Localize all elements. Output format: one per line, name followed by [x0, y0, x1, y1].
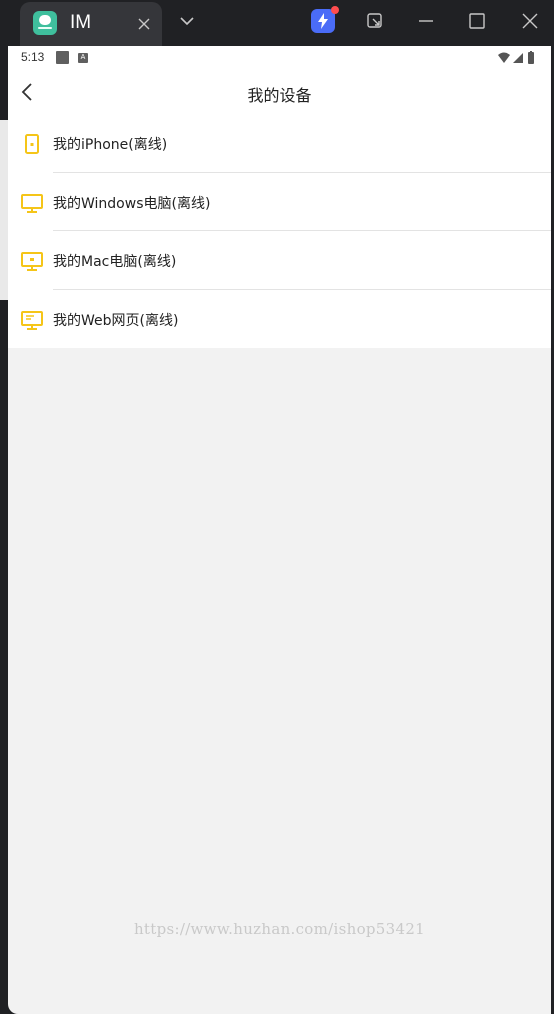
phone-icon	[25, 134, 39, 154]
app-viewport: 5:13 A 我的设备 我的iPhone(离线) 我的Windows电脑(离线)…	[8, 46, 551, 1014]
wifi-icon	[498, 52, 510, 63]
device-list: 我的iPhone(离线) 我的Windows电脑(离线) 我的Mac电脑(离线)	[8, 114, 551, 348]
nav-bar: 我的设备	[8, 70, 551, 114]
device-label: 我的Windows电脑(离线)	[53, 195, 211, 212]
desktop-icon	[21, 193, 43, 213]
device-item-web[interactable]: 我的Web网页(离线)	[8, 290, 551, 349]
title-bar: IM	[0, 0, 554, 46]
device-item-iphone[interactable]: 我的iPhone(离线)	[8, 114, 551, 173]
device-label: 我的iPhone(离线)	[53, 137, 168, 153]
web-icon	[21, 310, 43, 330]
device-label: 我的Mac电脑(离线)	[53, 254, 177, 270]
close-tab-icon[interactable]	[134, 14, 154, 34]
device-item-windows[interactable]: 我的Windows电脑(离线)	[8, 173, 551, 231]
minimize-icon[interactable]	[415, 10, 437, 32]
maximize-icon[interactable]	[466, 10, 488, 32]
tab-im[interactable]: IM	[20, 2, 162, 46]
cell-signal-icon	[513, 53, 523, 63]
mac-icon	[21, 252, 43, 271]
notification-badge	[331, 6, 339, 14]
app-logo-icon	[33, 11, 57, 35]
device-item-mac[interactable]: 我的Mac电脑(离线)	[8, 231, 551, 290]
signal-battery-icons	[498, 51, 534, 64]
page-title: 我的设备	[247, 86, 312, 105]
status-time: 5:13	[21, 50, 45, 64]
watermark-text: https://www.huzhan.com/ishop53421	[133, 920, 426, 938]
chevron-down-icon[interactable]	[176, 10, 198, 32]
device-label: 我的Web网页(离线)	[53, 312, 179, 329]
notification-square-icon	[56, 51, 69, 64]
browser-window: IM 5:13 A 我的设备 我的iPhone(离线) 我的Windows电脑(…	[0, 0, 554, 1014]
battery-icon	[528, 52, 534, 64]
restore-window-icon[interactable]	[364, 10, 386, 32]
a-badge-icon: A	[78, 53, 88, 63]
background-window-edge	[0, 120, 8, 300]
tab-title: IM	[70, 12, 92, 33]
close-window-icon[interactable]	[519, 10, 541, 32]
status-bar: 5:13 A	[8, 46, 551, 70]
